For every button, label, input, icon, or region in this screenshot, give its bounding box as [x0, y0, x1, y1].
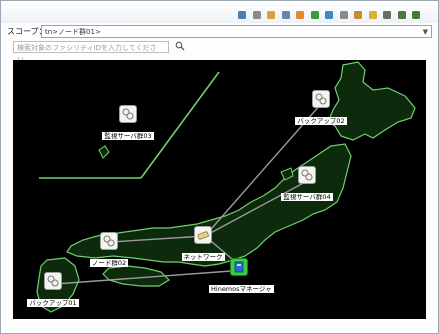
node-manager[interactable]: Hinemosマネージャ [209, 258, 274, 295]
tree-icon[interactable] [309, 6, 321, 19]
island-shape [98, 145, 110, 159]
search-input[interactable]: 検索対象のファシリティIDを入力してください... [13, 41, 169, 64]
node-label: 監視サーバ群04 [281, 193, 333, 201]
scope-value: tn>ノード群01> [45, 28, 101, 36]
fit-icon[interactable] [381, 6, 393, 19]
settings-icon[interactable] [352, 6, 364, 19]
scope-row: スコープ： tn>ノード群01> ▼ [7, 23, 437, 41]
node-label: ノード群02 [89, 259, 129, 267]
manager-icon [230, 258, 248, 276]
zoom-in-icon[interactable] [410, 6, 422, 19]
network-icon[interactable] [323, 6, 335, 19]
node-node02[interactable]: ノード群02 [79, 232, 139, 269]
server-icon [100, 232, 118, 250]
node-label: Hinemosマネージャ [209, 285, 274, 293]
search-icon[interactable] [175, 41, 185, 51]
node-label: バックアップ02 [295, 117, 347, 125]
node-web01[interactable]: 監視サーバ群03 [98, 105, 158, 142]
zoom-out-icon[interactable] [396, 6, 408, 19]
node-add-icon[interactable] [294, 6, 306, 19]
chart-icon[interactable] [236, 6, 248, 19]
server-icon [312, 90, 330, 108]
toolbar [1, 1, 438, 23]
network-icon [194, 226, 212, 244]
pin-icon[interactable] [265, 6, 277, 19]
node-web02[interactable]: 監視サーバ群04 [277, 166, 337, 203]
chevron-down-icon[interactable]: ▼ [423, 26, 428, 39]
document-icon[interactable] [338, 6, 350, 19]
node-label: 監視サーバ群03 [102, 132, 154, 140]
server-icon [44, 272, 62, 290]
node-backup02[interactable]: バックアップ02 [291, 90, 351, 127]
map-canvas[interactable]: 監視サーバ群03 バックアップ02 監視サーバ群04 ネットワーク ノード群02 [13, 60, 426, 319]
server-icon [119, 105, 137, 123]
list-icon[interactable] [280, 6, 292, 19]
node-label: バックアップ01 [27, 299, 79, 307]
layout-icon[interactable] [251, 6, 263, 19]
server-icon [298, 166, 316, 184]
scope-select[interactable]: tn>ノード群01> ▼ [41, 25, 432, 38]
scope-map-view: スコープ： tn>ノード群01> ▼ 検索対象のファシリティIDを入力してくださ… [0, 0, 439, 334]
node-backup01[interactable]: バックアップ01 [23, 272, 83, 309]
star-icon[interactable] [367, 6, 379, 19]
search-row: 検索対象のファシリティIDを入力してください... [13, 41, 433, 64]
